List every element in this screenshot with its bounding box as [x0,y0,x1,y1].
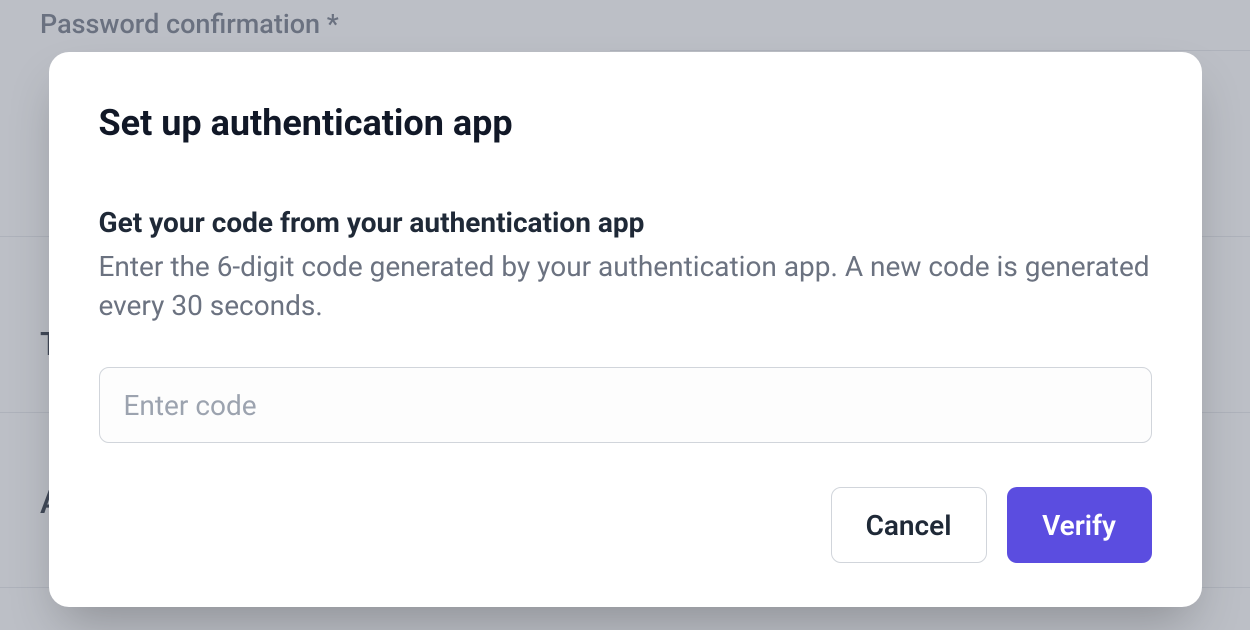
modal-overlay[interactable]: Set up authentication app Get your code … [0,0,1250,630]
modal-description: Enter the 6-digit code generated by your… [99,247,1152,325]
code-input[interactable] [99,367,1152,443]
cancel-button[interactable]: Cancel [831,487,987,563]
modal-footer: Cancel Verify [99,487,1152,563]
modal-subtitle: Get your code from your authentication a… [99,206,1152,239]
modal-title: Set up authentication app [99,102,1152,144]
auth-setup-modal: Set up authentication app Get your code … [49,52,1202,607]
verify-button[interactable]: Verify [1007,487,1152,563]
